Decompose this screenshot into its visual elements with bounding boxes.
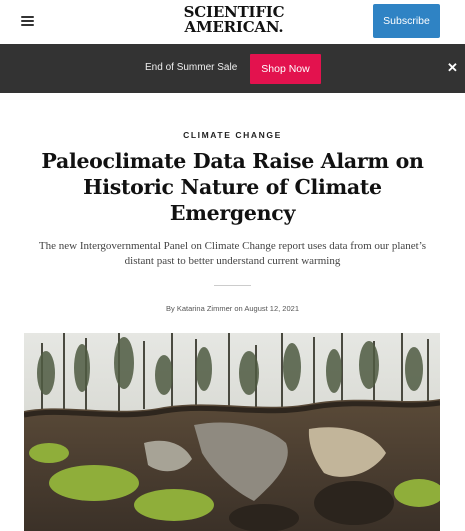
- byline: By Katarina Zimmer on August 12, 2021: [0, 304, 465, 313]
- shop-now-button[interactable]: Shop Now: [250, 54, 321, 84]
- byline-prefix: By: [165, 304, 177, 313]
- subscribe-button[interactable]: Subscribe: [373, 4, 440, 38]
- article-headline: Paleoclimate Data Raise Alarm on Histori…: [41, 149, 424, 225]
- logo-line-2: AMERICAN.: [184, 18, 284, 36]
- article-category[interactable]: CLIMATE CHANGE: [0, 130, 465, 140]
- author-link[interactable]: Katarina Zimmer: [177, 304, 232, 313]
- site-logo[interactable]: SCIENTIFIC AMERICAN.: [178, 5, 290, 35]
- divider: [214, 285, 251, 286]
- article-dek: The new Intergovernmental Panel on Clima…: [38, 240, 427, 267]
- byline-date: on August 12, 2021: [232, 304, 299, 313]
- promo-text: End of Summer Sale: [145, 62, 238, 73]
- hamburger-menu-icon[interactable]: [19, 13, 37, 29]
- hero-photo-permafrost: [24, 333, 440, 531]
- hero-image: [24, 333, 440, 531]
- site-header: SCIENTIFIC AMERICAN. Subscribe: [0, 0, 465, 44]
- promo-banner: End of Summer Sale Shop Now ✕: [0, 44, 465, 93]
- close-icon[interactable]: ✕: [447, 59, 458, 77]
